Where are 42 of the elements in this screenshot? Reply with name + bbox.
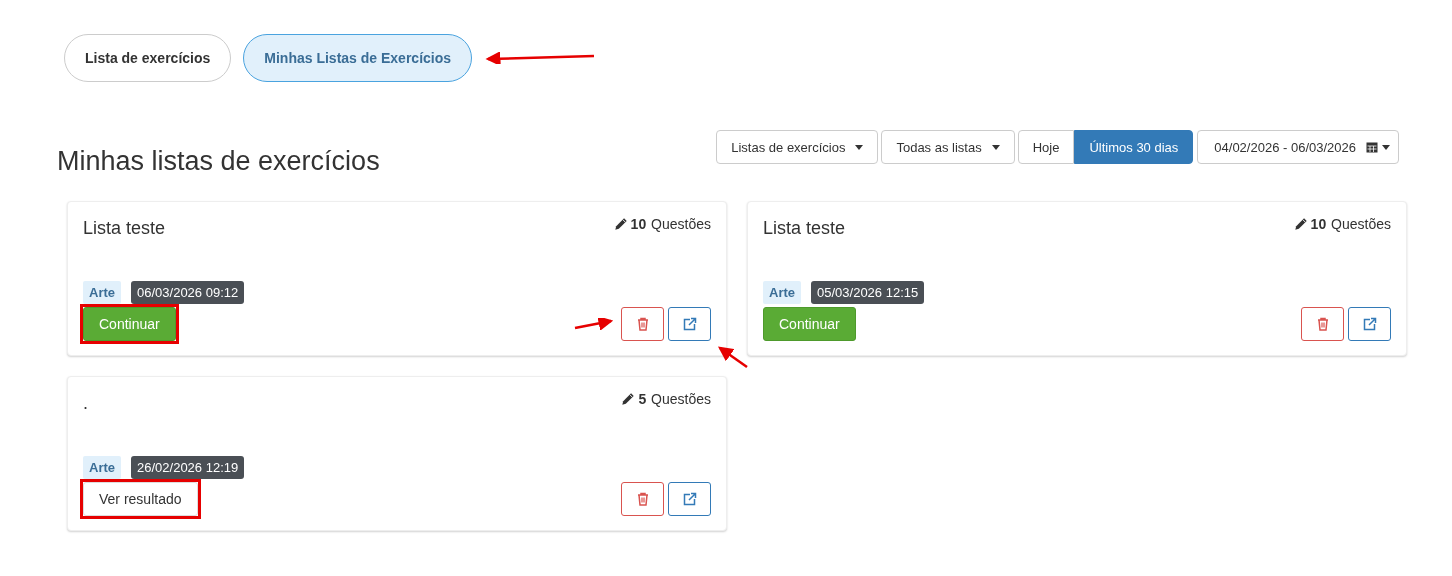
calendar-icon xyxy=(1366,141,1378,153)
date-tag: 05/03/2026 12:15 xyxy=(811,281,925,304)
card-title: . xyxy=(83,393,88,414)
tab[interactable]: Minhas Listas de Exercícios xyxy=(243,34,473,82)
delete-button[interactable] xyxy=(621,307,664,341)
tab[interactable]: Lista de exercícios xyxy=(64,34,232,82)
date-tag: 06/03/2026 09:12 xyxy=(131,281,245,304)
date-range-picker[interactable]: 04/02/2026 - 06/03/2026 xyxy=(1197,130,1399,164)
delete-button[interactable] xyxy=(1301,307,1344,341)
result-button[interactable]: Ver resultado xyxy=(83,482,198,516)
subject-tag: Arte xyxy=(83,281,121,304)
subject-tag: Arte xyxy=(763,281,801,304)
dropdown-button[interactable]: Listas de exercícios xyxy=(716,130,879,164)
caret-icon xyxy=(855,144,864,150)
open-button[interactable] xyxy=(668,307,711,341)
trash-icon xyxy=(636,317,649,331)
question-count: 10 Questões xyxy=(1310,216,1391,232)
card-title: Lista teste xyxy=(83,218,166,239)
page-title: Minhas listas de exercícios xyxy=(57,146,380,177)
dropdown-button[interactable]: Todas as listas xyxy=(881,130,1015,164)
external-link-icon xyxy=(682,491,697,507)
card-title: Lista teste xyxy=(763,218,846,239)
range-button[interactable]: Hoje xyxy=(1017,130,1075,164)
date-tag: 26/02/2026 12:19 xyxy=(131,456,245,479)
open-button[interactable] xyxy=(668,482,711,516)
pencil-icon xyxy=(621,392,636,406)
open-button[interactable] xyxy=(1348,307,1391,341)
subject-tag: Arte xyxy=(83,456,121,479)
range-button[interactable]: Últimos 30 dias xyxy=(1074,130,1194,164)
trash-icon xyxy=(1316,317,1329,331)
pencil-icon xyxy=(613,217,628,231)
annotation-arrow xyxy=(573,318,613,330)
external-link-icon xyxy=(1362,316,1377,332)
annotation-arrow xyxy=(717,345,749,369)
caret-icon xyxy=(1382,144,1390,150)
pencil-icon xyxy=(1293,217,1308,231)
trash-icon xyxy=(636,492,649,506)
external-link-icon xyxy=(682,316,697,332)
question-count: 5 Questões xyxy=(638,391,711,407)
delete-button[interactable] xyxy=(621,482,664,516)
question-count: 10 Questões xyxy=(630,216,711,232)
caret-icon xyxy=(991,144,1000,150)
